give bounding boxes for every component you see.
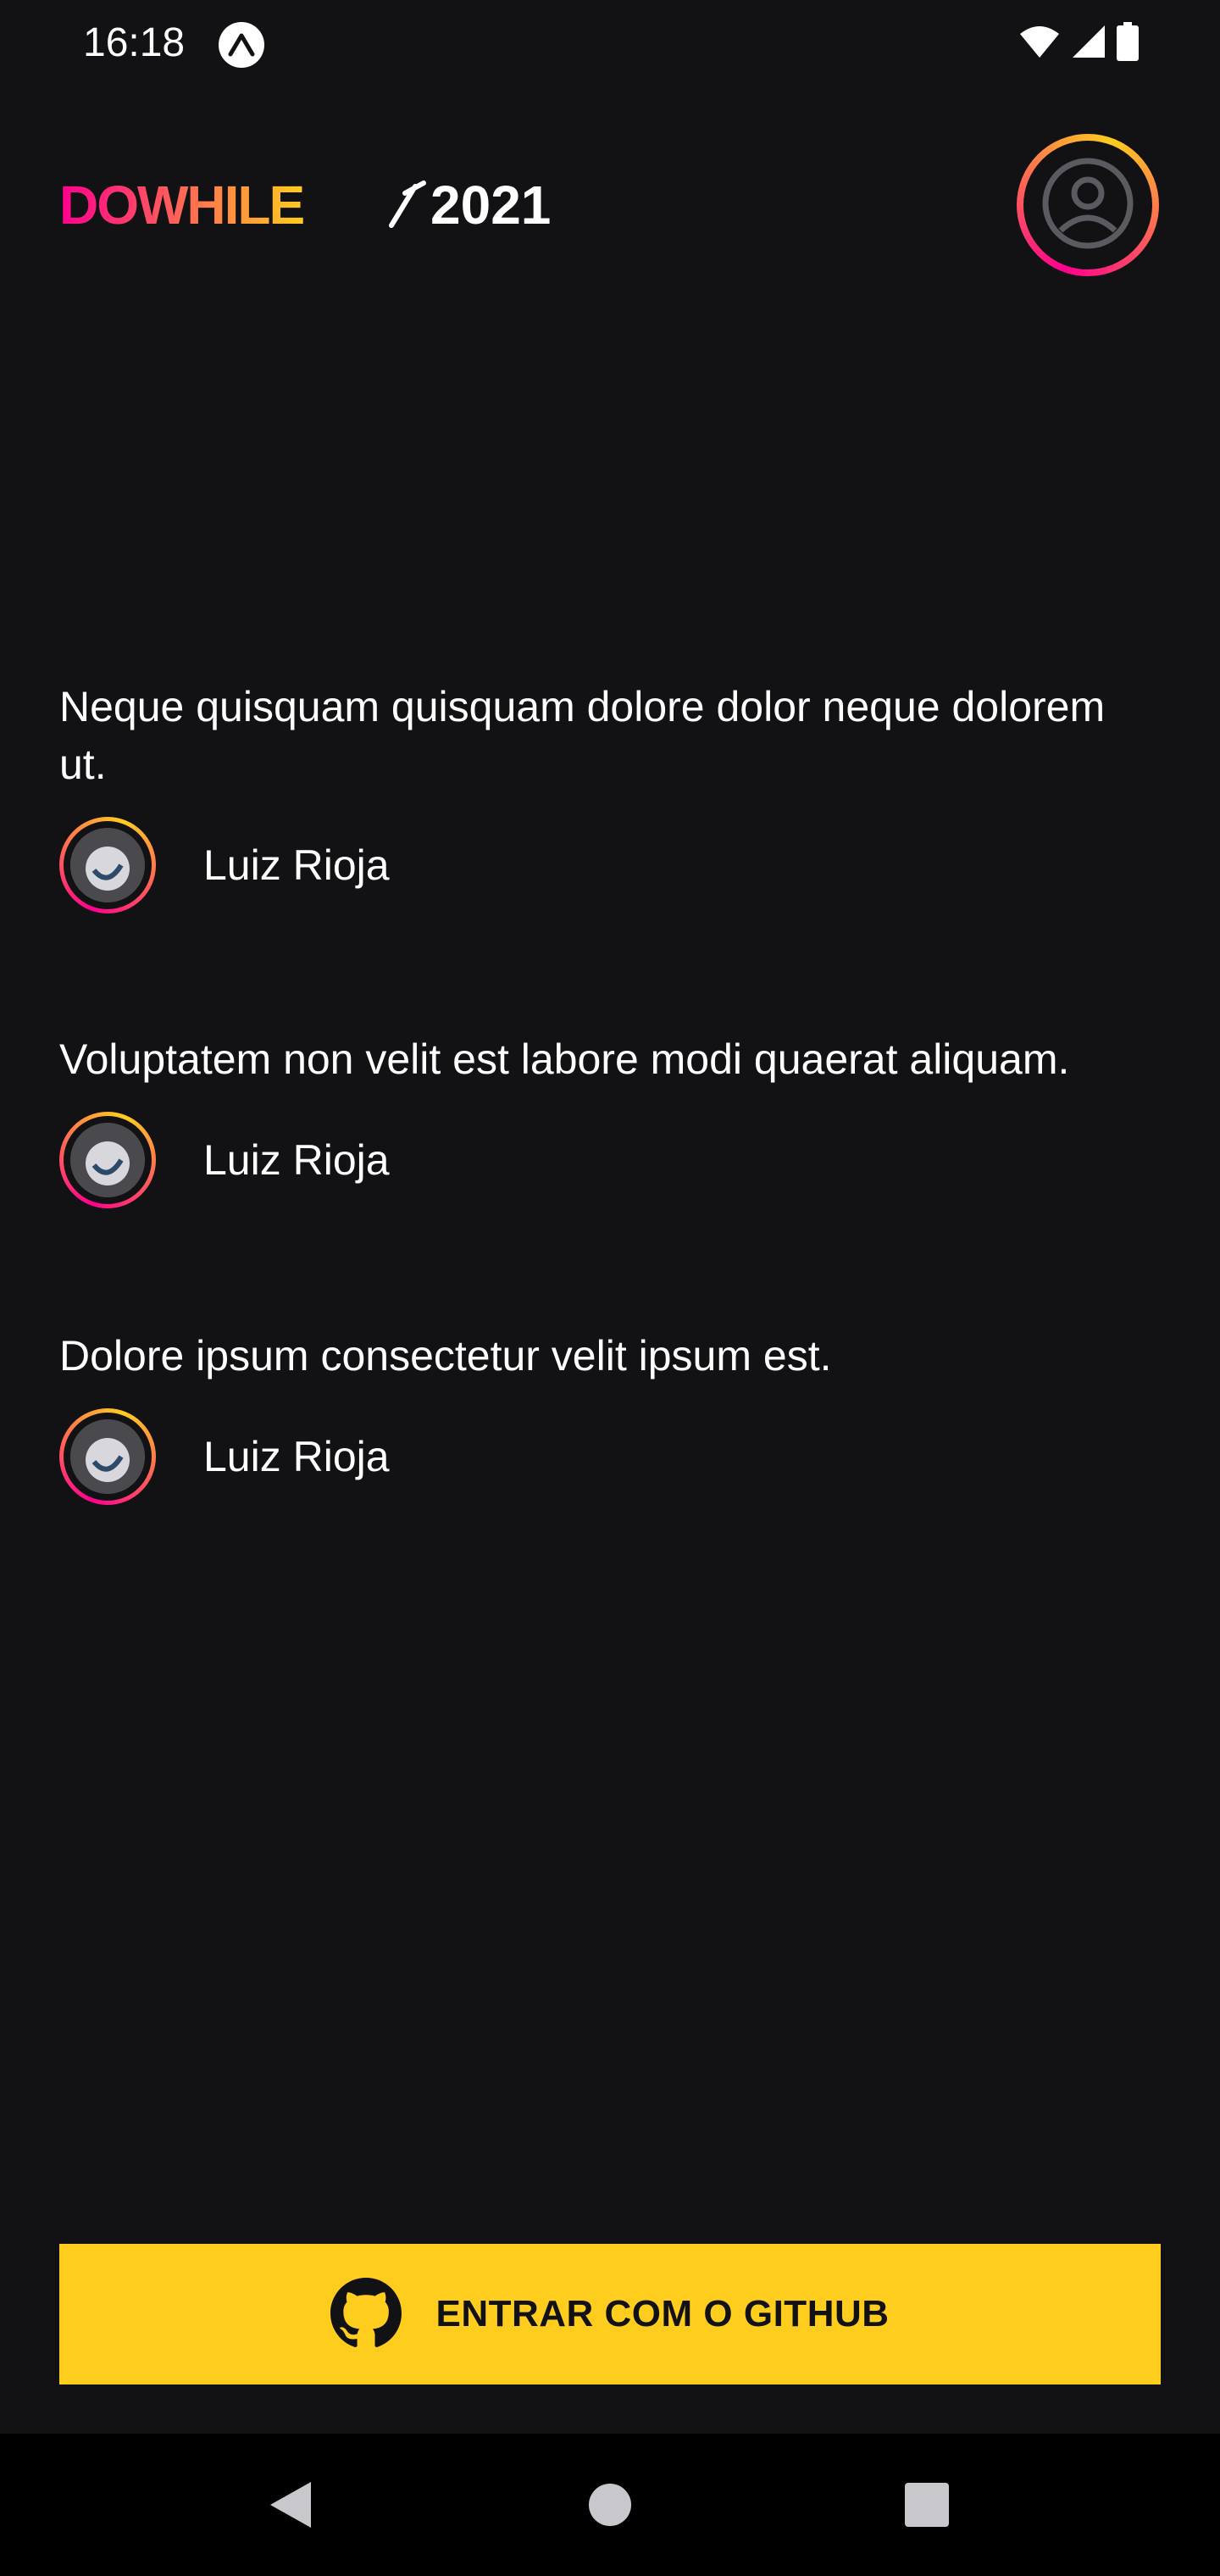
- status-bar: 16:18: [0, 0, 1220, 85]
- profile-button[interactable]: [1017, 134, 1159, 276]
- author-name: Luiz Rioja: [203, 841, 390, 889]
- message-author: Luiz Rioja: [59, 1112, 1069, 1208]
- logo-year: 2021: [430, 178, 551, 229]
- expo-icon: [219, 22, 264, 68]
- avatar: [59, 1408, 156, 1505]
- github-signin-label: ENTRAR COM O GITHUB: [435, 2293, 890, 2334]
- message-author: Luiz Rioja: [59, 1408, 831, 1505]
- user-circle-icon: [1040, 156, 1135, 255]
- logo-word: DOWHILE: [59, 178, 304, 229]
- system-nav-bar: [0, 2434, 1220, 2576]
- message-item: Voluptatem non velit est labore modi qua…: [59, 1030, 1069, 1208]
- message-item: Neque quisquam quisquam dolore dolor neq…: [59, 678, 1161, 913]
- back-triangle-icon[interactable]: [263, 2478, 317, 2532]
- avatar: [59, 817, 156, 913]
- status-icons: [1018, 22, 1139, 65]
- wifi-icon: [1018, 24, 1061, 64]
- home-circle-icon[interactable]: [583, 2478, 637, 2532]
- message-text: Neque quisquam quisquam dolore dolor neq…: [59, 683, 1106, 788]
- message-text: Voluptatem non velit est labore modi qua…: [59, 1035, 1070, 1083]
- message-text: Dolore ipsum consectetur velit ipsum est…: [59, 1332, 832, 1380]
- message-author: Luiz Rioja: [59, 817, 1161, 913]
- header: DOWHILE 2021: [0, 127, 1220, 280]
- recents-square-icon[interactable]: [900, 2478, 954, 2532]
- author-name: Luiz Rioja: [203, 1136, 390, 1184]
- signal-icon: [1071, 24, 1106, 64]
- status-time: 16:18: [83, 20, 186, 65]
- message-item: Dolore ipsum consectetur velit ipsum est…: [59, 1327, 831, 1505]
- author-name: Luiz Rioja: [203, 1433, 390, 1480]
- github-signin-button[interactable]: ENTRAR COM O GITHUB: [59, 2244, 1161, 2384]
- battery-icon: [1117, 22, 1139, 65]
- dowhile-logo: DOWHILE 2021: [59, 178, 551, 229]
- github-icon: [330, 2277, 402, 2351]
- avatar: [59, 1112, 156, 1208]
